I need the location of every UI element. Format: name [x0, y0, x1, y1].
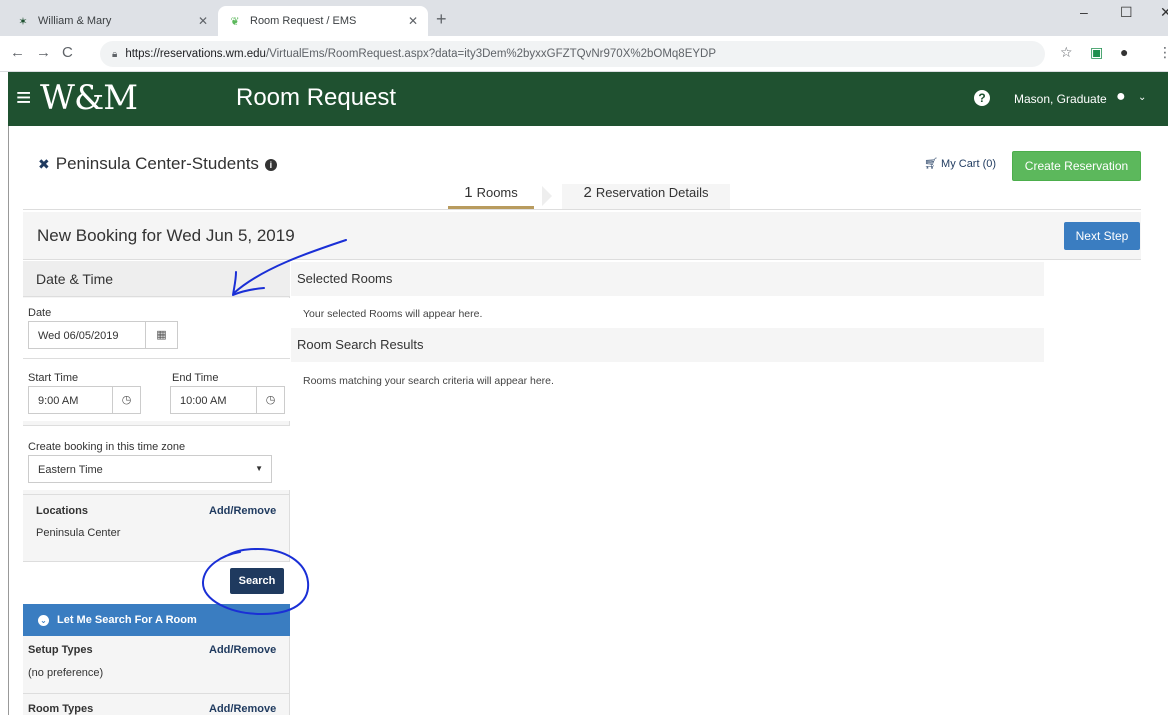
- next-step-button[interactable]: Next Step: [1064, 222, 1140, 250]
- step-reservation-details[interactable]: 2 Reservation Details: [562, 184, 730, 210]
- profile-icon[interactable]: ●: [1120, 44, 1128, 60]
- extension-icon[interactable]: ▣: [1090, 44, 1103, 61]
- date-time-panel: Date & Time Date Wed 06/05/2019 ▦ Start …: [23, 261, 290, 715]
- maximize-icon[interactable]: ☐: [1120, 4, 1133, 21]
- step-rooms[interactable]: 1 Rooms: [448, 184, 534, 210]
- chevron-down-icon: ⌄: [38, 615, 49, 626]
- close-icon[interactable]: ✖: [38, 156, 50, 172]
- start-time-input[interactable]: 9:00 AM: [28, 386, 113, 414]
- let-me-search-label: Let Me Search For A Room: [57, 614, 197, 626]
- menu-icon[interactable]: ⋮: [1158, 44, 1168, 61]
- app-title: Room Request: [236, 84, 397, 111]
- lock-icon: 🔒︎: [112, 48, 118, 60]
- setup-types-value: (no preference): [28, 667, 104, 679]
- booking-bar: New Booking for Wed Jun 5, 2019 Next Ste…: [23, 212, 1141, 260]
- panel-heading: Date & Time: [23, 261, 290, 297]
- timezone-label: Create booking in this time zone: [28, 441, 186, 453]
- step-number: 1: [464, 184, 473, 201]
- date-label: Date: [28, 307, 52, 319]
- calendar-icon[interactable]: ▦: [146, 321, 178, 349]
- new-tab-icon[interactable]: +: [436, 9, 447, 30]
- tab-title: Room Request / EMS: [250, 15, 357, 27]
- divider: [23, 693, 290, 694]
- reload-icon[interactable]: C: [62, 44, 73, 61]
- page-title: ✖ Peninsula Center-Students i: [38, 154, 277, 174]
- step-number: 2: [583, 184, 592, 201]
- forward-icon[interactable]: →: [36, 44, 51, 61]
- create-reservation-button[interactable]: Create Reservation: [1012, 151, 1141, 181]
- room-search-results-heading: Room Search Results: [291, 328, 1044, 362]
- user-name[interactable]: Mason, Graduate: [1014, 92, 1107, 106]
- room-types-add-remove-link[interactable]: Add/Remove: [209, 703, 276, 715]
- wm-favicon-icon: ✶: [18, 15, 28, 28]
- app-header: ≡ W&M Room Request ? Mason, Graduate ● ⌄: [8, 72, 1168, 126]
- timezone-value: Eastern Time: [38, 464, 103, 476]
- search-button[interactable]: Search: [230, 568, 284, 594]
- url-host: https://reservations.wm.edu: [125, 48, 266, 60]
- locations-add-remove-link[interactable]: Add/Remove: [209, 505, 276, 517]
- date-input[interactable]: Wed 06/05/2019: [28, 321, 146, 349]
- tab-close-icon[interactable]: ✕: [198, 14, 208, 28]
- browser-tab-wm[interactable]: ✶ William & Mary ✕: [6, 6, 218, 36]
- browser-tab-bar: ✶ William & Mary ✕ ❦ Room Request / EMS …: [0, 0, 1168, 36]
- start-time-label: Start Time: [28, 372, 79, 384]
- setup-types-add-remove-link[interactable]: Add/Remove: [209, 644, 276, 656]
- browser-tab-ems[interactable]: ❦ Room Request / EMS ✕: [218, 6, 428, 36]
- url-path: /VirtualEms/RoomRequest.aspx?data=ity3De…: [265, 48, 717, 60]
- ems-favicon-icon: ❦: [230, 15, 240, 28]
- locations-value: Peninsula Center: [36, 527, 121, 539]
- end-time-label: End Time: [172, 372, 219, 384]
- let-me-search-toggle[interactable]: ⌄ Let Me Search For A Room: [23, 604, 290, 636]
- clock-icon[interactable]: ◷: [257, 386, 285, 414]
- browser-address-bar: ← → C 🔒︎ https://reservations.wm.edu/Vir…: [0, 36, 1168, 72]
- tab-close-icon[interactable]: ✕: [408, 14, 418, 28]
- tab-title: William & Mary: [38, 15, 112, 27]
- url-input[interactable]: 🔒︎ https://reservations.wm.edu/VirtualEm…: [100, 41, 1045, 67]
- page-left-border: [8, 126, 9, 715]
- star-icon[interactable]: ☆: [1060, 44, 1073, 61]
- wm-logo: W&M: [40, 78, 138, 118]
- room-types-label: Room Types: [28, 703, 94, 715]
- chevron-down-icon[interactable]: ⌄: [1138, 92, 1146, 103]
- template-title: Peninsula Center-Students: [55, 154, 259, 173]
- back-icon[interactable]: ←: [10, 44, 25, 61]
- selected-rooms-heading: Selected Rooms: [291, 262, 1044, 296]
- minimize-icon[interactable]: –: [1080, 4, 1088, 20]
- locations-label: Locations: [36, 505, 88, 517]
- room-search-results-empty-text: Rooms matching your search criteria will…: [303, 375, 554, 387]
- cart-label: My Cart (0): [941, 158, 997, 170]
- step-label: Rooms: [476, 185, 518, 200]
- step-label: Reservation Details: [595, 185, 709, 200]
- clock-icon[interactable]: ◷: [113, 386, 141, 414]
- cart-icon: 🛒︎: [924, 158, 938, 170]
- hamburger-icon[interactable]: ≡: [16, 84, 31, 110]
- end-time-input[interactable]: 10:00 AM: [170, 386, 257, 414]
- user-icon[interactable]: ●: [1116, 88, 1126, 106]
- my-cart-link[interactable]: 🛒︎ My Cart (0): [924, 157, 996, 170]
- dropdown-caret-icon: ▼: [255, 464, 263, 473]
- timezone-select[interactable]: Eastern Time ▼: [28, 455, 272, 483]
- window-close-icon[interactable]: ✕: [1160, 4, 1168, 21]
- setup-types-label: Setup Types: [28, 644, 93, 656]
- divider: [23, 494, 290, 495]
- step-arrow: [542, 186, 552, 206]
- info-icon[interactable]: i: [264, 159, 277, 171]
- booking-title: New Booking for Wed Jun 5, 2019: [37, 226, 295, 245]
- divider: [23, 209, 1141, 210]
- help-icon[interactable]: ?: [974, 90, 990, 106]
- selected-rooms-empty-text: Your selected Rooms will appear here.: [303, 308, 483, 320]
